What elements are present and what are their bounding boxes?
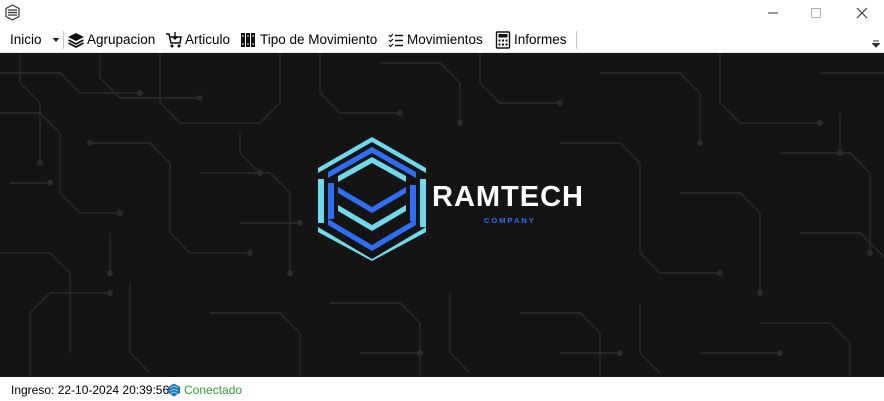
menu-agrupacion[interactable]: Agrupacion [67,29,155,50]
close-icon [856,7,868,19]
menu-inicio[interactable]: Inicio [10,29,60,50]
minimize-button[interactable] [750,0,796,26]
toolbar-divider [576,31,577,49]
menu-tipo-movimiento-label: Tipo de Movimiento [260,32,378,47]
menu-toolbar: Inicio Agrupacion Articulo Tipo de Movim… [0,26,884,53]
app-window: Inicio Agrupacion Articulo Tipo de Movim… [0,0,884,401]
brand-subtitle: COMPANY [484,216,536,225]
maximize-icon [811,8,821,18]
menu-articulo[interactable]: Articulo [165,29,230,50]
connection-status: Conectado [184,383,243,397]
menu-agrupacion-label: Agrupacion [87,32,156,47]
title-bar [0,0,884,26]
menu-movimientos-label: Movimientos [407,32,483,47]
books-icon [240,31,258,49]
menu-informes[interactable]: Informes [494,29,567,50]
toolbar-divider [63,31,64,49]
menu-articulo-label: Articulo [185,32,231,47]
calculator-icon [494,30,512,49]
list-icon [387,31,405,49]
menu-informes-label: Informes [514,32,567,47]
menu-tipo-movimiento[interactable]: Tipo de Movimiento [240,29,377,50]
brand-name: RAMTECH [432,181,584,213]
cart-icon [165,31,183,49]
status-bar: Ingreso: 22-10-2024 20:39:56 Conectado [0,377,884,401]
login-timestamp: Ingreso: 22-10-2024 20:39:56 [11,383,170,397]
chevron-down-icon [52,37,60,42]
menu-inicio-label: Inicio [10,32,42,47]
database-connection-icon [168,383,180,397]
layers-icon [67,31,85,49]
close-button[interactable] [839,0,884,26]
main-panel: RAMTECH COMPANY [0,53,884,377]
app-icon [4,4,21,21]
menu-movimientos[interactable]: Movimientos [387,29,483,50]
minimize-icon [768,12,778,14]
toolbar-overflow-icon[interactable] [872,40,880,48]
maximize-button[interactable] [793,0,839,26]
